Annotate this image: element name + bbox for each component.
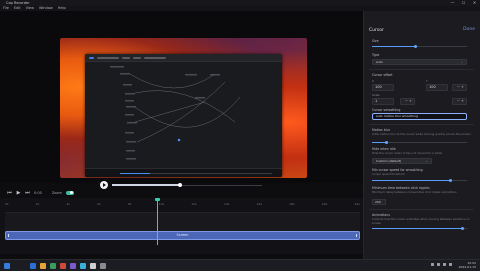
- playback-seek-fill: [112, 184, 180, 186]
- stepper-icon[interactable]: − +: [457, 99, 464, 104]
- hide-idle-value: Custom (default): [376, 159, 402, 163]
- chevron-down-icon: ⌄: [460, 60, 463, 64]
- animations-slider-thumb[interactable]: [460, 227, 464, 230]
- taskbar-app-icon[interactable]: [100, 262, 106, 269]
- scale-stepper-2[interactable]: − +: [452, 98, 467, 105]
- offset-y-stepper[interactable]: − +: [452, 84, 467, 91]
- type-select[interactable]: Auto ⌄: [372, 59, 467, 65]
- smoothing-value: auto motion blur smoothing: [376, 114, 418, 118]
- offset-y-input[interactable]: 100: [426, 84, 448, 91]
- ruler-tick: 22s: [354, 202, 360, 206]
- recorded-graph-illustration: [110, 66, 241, 160]
- screen-clip[interactable]: Screen: [5, 231, 360, 240]
- ruler-tick: 16s: [256, 202, 262, 206]
- size-slider-thumb[interactable]: [413, 45, 417, 48]
- ruler-tick: 18s: [289, 202, 295, 206]
- offset-y-label: Y: [426, 79, 428, 83]
- taskbar-app-icon[interactable]: [40, 262, 46, 269]
- preview-area: [0, 11, 363, 189]
- ruler-tick: 0s: [5, 202, 9, 206]
- ruler-tick: 8s: [127, 202, 132, 206]
- smoothing-label: Cursor smoothing: [372, 108, 401, 112]
- ruler-tick: 14s: [223, 202, 230, 206]
- chevron-down-icon: ⌄: [425, 159, 428, 163]
- skip-forward-icon[interactable]: ⏭: [25, 190, 30, 196]
- recorded-app-toolbar: [85, 54, 282, 62]
- skip-back-icon[interactable]: ⏮: [7, 190, 12, 196]
- type-value: Auto: [376, 60, 383, 64]
- taskbar: 10:52 2024-01-15: [0, 259, 480, 271]
- taskbar-app-icon[interactable]: [30, 262, 36, 269]
- ruler-tick: 2s: [35, 202, 40, 206]
- taskbar-app-icon[interactable]: [50, 262, 56, 269]
- settings-panel: Cursor Done Size Type Auto ⌄ Cursor offs…: [363, 11, 480, 259]
- zoom-track[interactable]: [5, 212, 360, 232]
- timeline-time: 0:00: [34, 190, 42, 195]
- offset-x-value: 100: [375, 85, 382, 89]
- clock-date: 2024-01-15: [458, 265, 476, 269]
- scale-stepper[interactable]: − +: [400, 98, 415, 105]
- animations-hint: Controls how the cursor animates when mo…: [372, 217, 470, 225]
- taskbar-app-icon[interactable]: [60, 262, 66, 269]
- hide-idle-select[interactable]: Custom (default) ⌄: [372, 158, 432, 164]
- stepper-icon[interactable]: − +: [405, 99, 412, 104]
- ruler-tick: 4s: [66, 202, 70, 206]
- ruler-tick: 10s: [158, 202, 165, 206]
- stepper-icon[interactable]: − +: [457, 85, 464, 90]
- hide-idle-hint: Hide the cursor when it has not moved fo…: [372, 151, 443, 155]
- playback-seek-thumb[interactable]: [178, 182, 182, 187]
- system-tray: [431, 263, 452, 266]
- panel-done-button[interactable]: Done: [463, 27, 475, 32]
- click-ripple-input[interactable]: 200: [372, 199, 386, 205]
- size-label: Size: [372, 39, 379, 43]
- play-icon[interactable]: ▶: [16, 190, 21, 196]
- taskbar-app-icon[interactable]: [70, 262, 76, 269]
- clip-end-handle[interactable]: [356, 234, 357, 237]
- start-button[interactable]: [4, 262, 10, 269]
- scale-input[interactable]: 1: [372, 98, 394, 105]
- zoom-toggle[interactable]: [65, 190, 74, 195]
- panel-title: Cursor: [369, 28, 384, 33]
- speed-slider-thumb[interactable]: [448, 179, 452, 182]
- motion-blur-fill: [372, 142, 386, 143]
- size-slider-fill: [372, 46, 415, 47]
- zoom-label: Zoom: [51, 190, 62, 195]
- type-label: Type: [372, 53, 380, 57]
- offset-y-value: 100: [429, 85, 436, 89]
- timeline[interactable]: 0s 2s 4s 6s 8s 10s 12s 14s 16s 18s 20s 2…: [0, 198, 363, 254]
- animations-slider-fill: [372, 228, 462, 229]
- offset-label: Cursor offset: [372, 73, 393, 77]
- taskbar-app-icon[interactable]: [80, 262, 86, 269]
- recorded-app-content: [85, 62, 282, 169]
- offset-x-input[interactable]: 100: [372, 84, 394, 91]
- clock[interactable]: 10:52 2024-01-15: [459, 261, 476, 269]
- click-ripple-value: 200: [375, 200, 381, 204]
- taskbar-app-icon[interactable]: [90, 262, 96, 269]
- ruler-tick: 20s: [321, 202, 328, 206]
- scale-value: 1: [375, 99, 378, 103]
- click-ripple-hint: Minimum delay between consecutive click …: [372, 190, 457, 194]
- speed-slider-fill: [372, 180, 450, 181]
- smoothing-input[interactable]: auto motion blur smoothing: [372, 113, 467, 120]
- speed-hint: Cursor speed threshold: [372, 172, 405, 176]
- recorded-app-window: [85, 54, 282, 177]
- motion-blur-hint: Adds motion blur to the cursor while mov…: [372, 132, 471, 136]
- timeline-ruler: 0s 2s 4s 6s 8s 10s 12s 14s 16s 18s 20s 2…: [5, 200, 360, 208]
- ruler-tick: 6s: [97, 202, 101, 206]
- motion-blur-thumb[interactable]: [384, 141, 388, 144]
- clip-label: Screen: [176, 233, 189, 237]
- recorded-app-playbar: [85, 168, 282, 177]
- video-preview[interactable]: [60, 38, 307, 178]
- ruler-tick: 12s: [191, 202, 197, 206]
- playhead[interactable]: [157, 199, 158, 245]
- scale-label: Scale: [372, 93, 380, 97]
- timeline-toolbar: ⏮ ▶ ⏭ 0:00 Zoom: [0, 188, 363, 197]
- offset-x-label: X: [372, 79, 374, 83]
